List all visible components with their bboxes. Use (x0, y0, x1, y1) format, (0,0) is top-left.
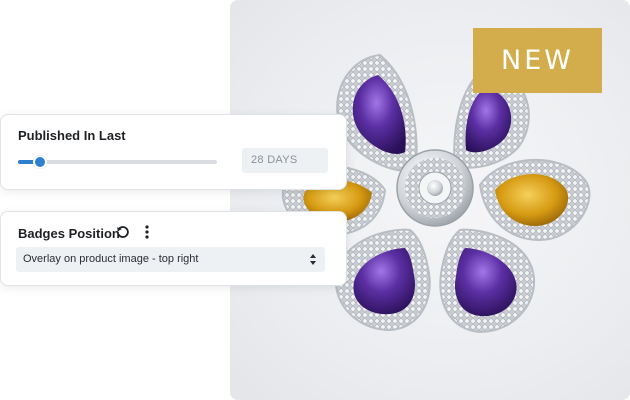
badges-position-label: Badges Position (18, 226, 120, 241)
petal-top-left (336, 53, 418, 173)
published-days-slider[interactable] (18, 155, 217, 169)
reset-icon[interactable] (115, 224, 131, 240)
select-arrows-icon (310, 254, 316, 265)
petal-right (478, 159, 591, 242)
badges-position-select[interactable]: Overlay on product image - top right (16, 247, 325, 272)
petal-bottom-right (439, 228, 535, 334)
center-rosette (396, 149, 474, 227)
more-vertical-icon[interactable] (139, 224, 155, 240)
days-value-field[interactable]: 28 DAYS (242, 148, 328, 173)
badges-position-card: Badges Position Overlay on product image… (0, 211, 347, 286)
slider-thumb[interactable] (32, 155, 47, 169)
published-in-last-label: Published In Last (18, 128, 126, 143)
petal-bottom-left (335, 228, 431, 332)
new-badge: NEW (473, 28, 602, 93)
published-in-last-card: Published In Last 28 DAYS (0, 114, 347, 190)
selected-option: Overlay on product image - top right (23, 253, 199, 265)
